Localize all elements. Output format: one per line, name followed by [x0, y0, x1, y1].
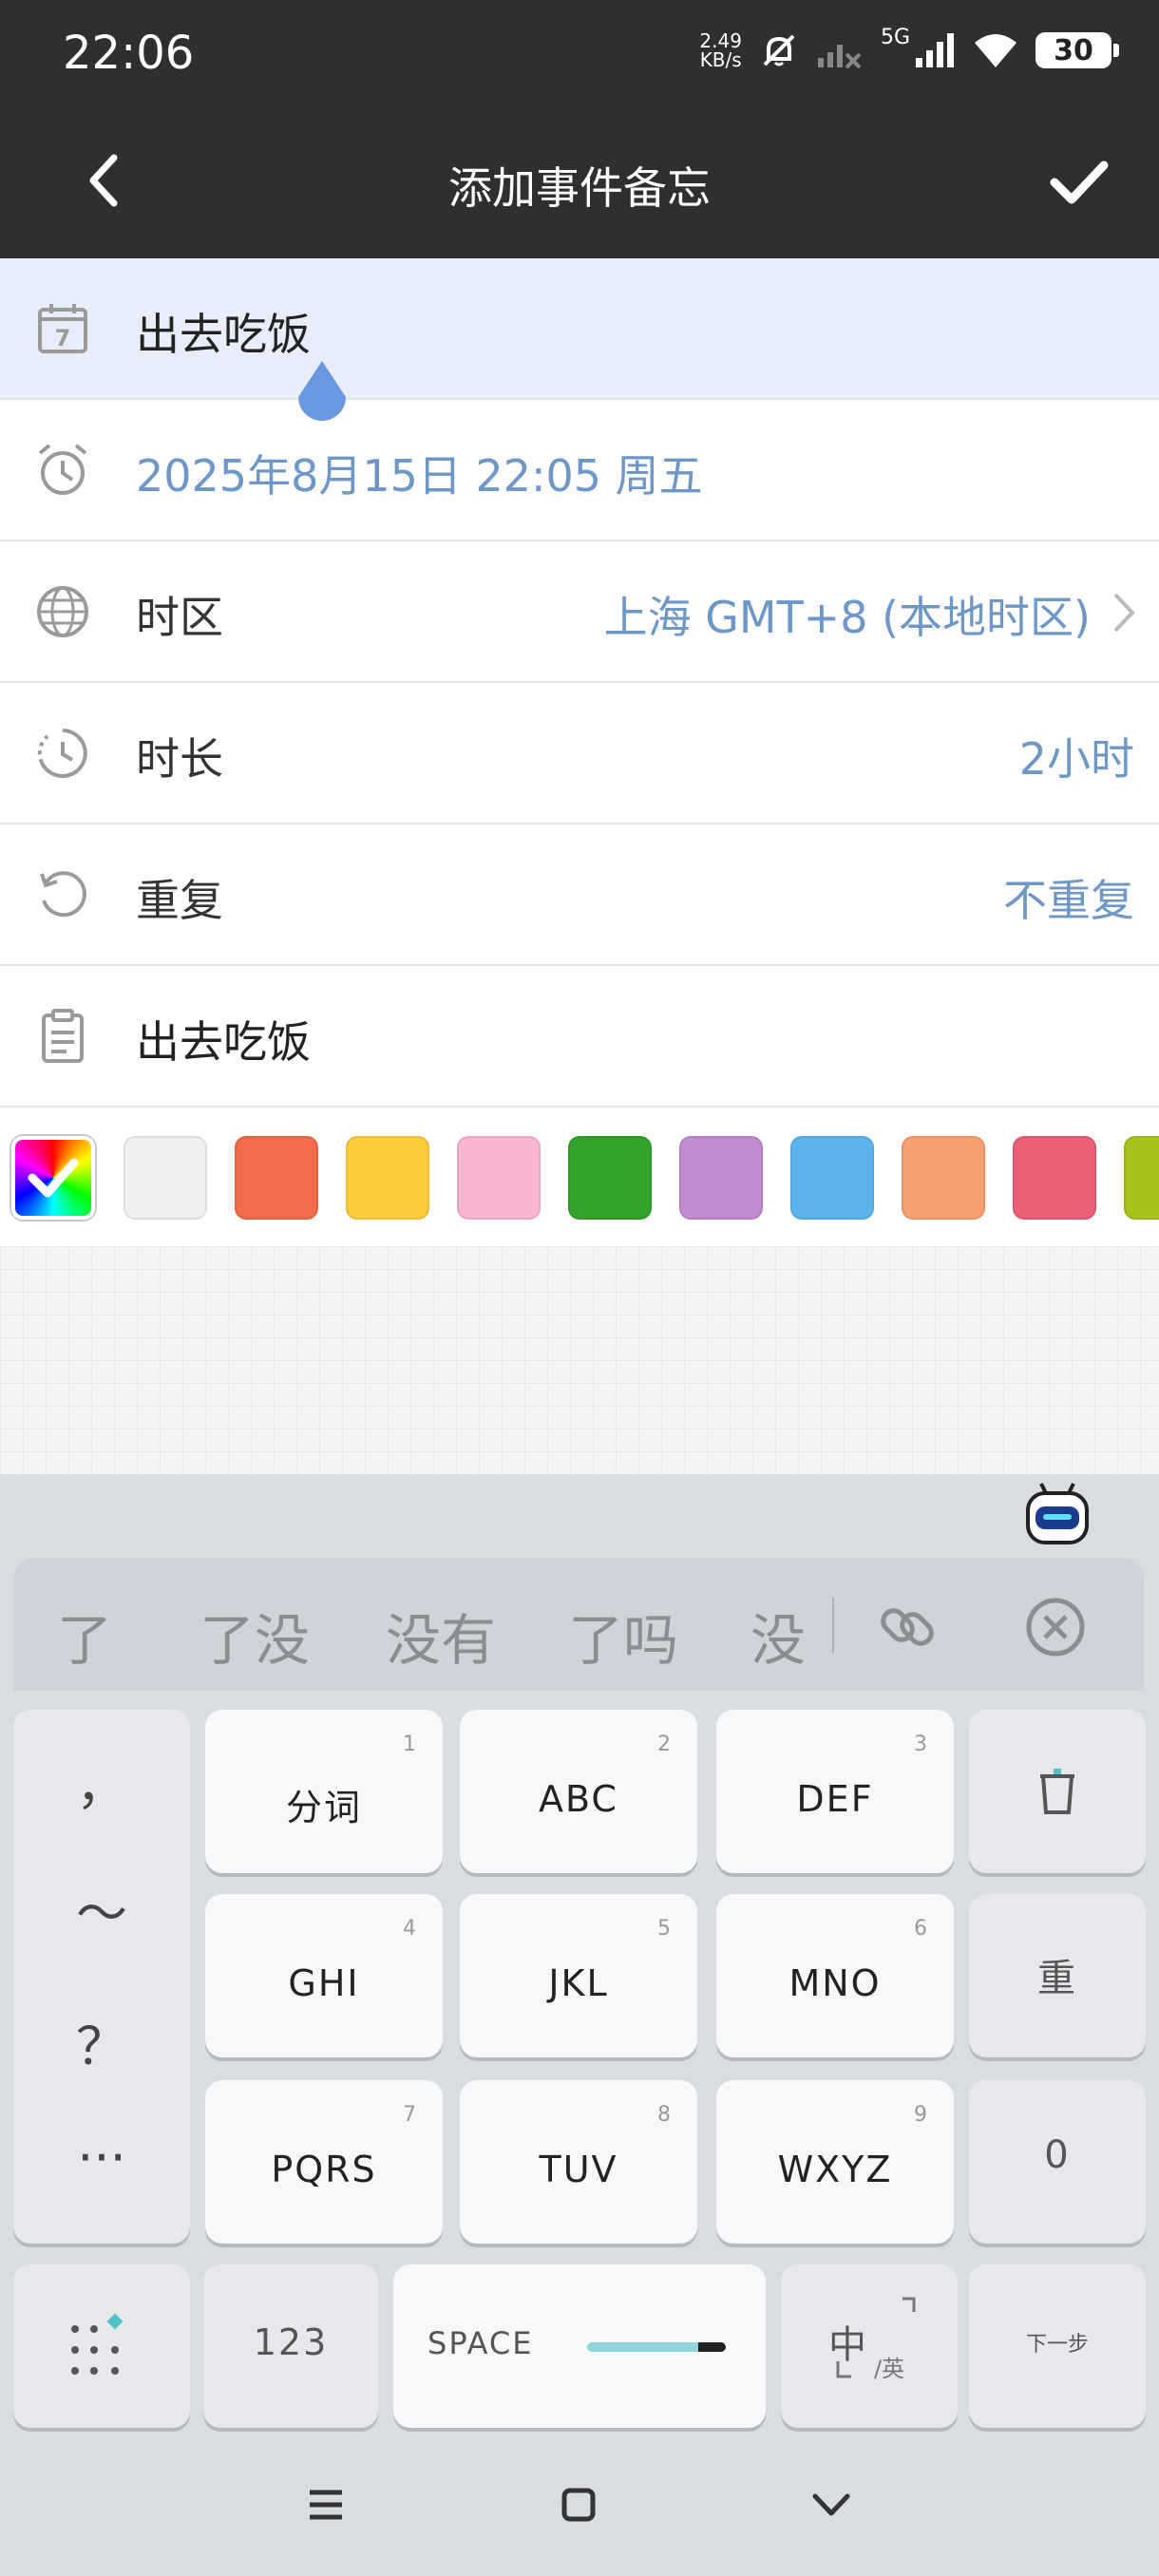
next-step-key[interactable]: 下一步	[969, 2264, 1146, 2428]
alarm-clock-icon	[38, 444, 87, 495]
candidate-divider	[832, 1598, 834, 1653]
chevron-down-icon[interactable]	[808, 2481, 855, 2529]
color-swatch[interactable]	[902, 1136, 985, 1220]
repeat-row[interactable]: 重复 不重复	[0, 824, 1159, 966]
timezone-label: 时区	[136, 592, 223, 643]
note-row[interactable]: 出去吃饭	[0, 966, 1159, 1108]
repeat-value[interactable]: 不重复	[1003, 866, 1134, 929]
color-swatch[interactable]	[235, 1136, 318, 1220]
timezone-row[interactable]: 时区 上海 GMT+8 (本地时区)	[0, 541, 1159, 683]
signal-icon	[916, 33, 954, 67]
repeat-label: 重复	[136, 875, 223, 926]
color-swatch[interactable]	[457, 1136, 541, 1220]
status-time: 22:06	[63, 27, 195, 80]
globe-icon	[37, 586, 88, 637]
home-icon[interactable]	[555, 2481, 602, 2529]
duration-label: 时长	[136, 733, 223, 785]
punctuation-ellipsis[interactable]: ···	[13, 2128, 190, 2188]
wifi-icon	[975, 34, 1016, 67]
color-swatch[interactable]	[568, 1136, 652, 1220]
color-swatch[interactable]	[790, 1136, 874, 1220]
event-title-row[interactable]: 7 出去吃饭	[0, 258, 1159, 400]
corner-bracket-icon	[836, 2297, 916, 2378]
color-swatch-rainbow[interactable]	[11, 1136, 95, 1220]
note-input[interactable]: 出去吃饭	[136, 1008, 311, 1070]
assistant-robot-icon[interactable]	[1022, 1480, 1092, 1546]
battery-indicator: 30	[1036, 32, 1119, 68]
notes-grid-area[interactable]	[0, 1246, 1159, 1474]
color-swatch[interactable]	[346, 1136, 429, 1220]
key-9[interactable]: 9 WXYZ	[716, 2080, 954, 2244]
candidate-bar: 了 了没 没有 了吗 没	[13, 1558, 1144, 1691]
dots-grid-icon	[71, 2313, 124, 2375]
numbers-key[interactable]: 123	[203, 2264, 378, 2428]
key-8[interactable]: 8 TUV	[460, 2080, 697, 2244]
keyboard-switch-key[interactable]	[13, 2264, 190, 2428]
punctuation-tilde[interactable]: ～	[13, 1871, 190, 1946]
candidate-item[interactable]: 没	[750, 1596, 806, 1676]
color-picker	[0, 1113, 1159, 1246]
link-icon[interactable]	[874, 1594, 940, 1660]
key-4[interactable]: 4 GHI	[205, 1894, 443, 2057]
space-slider-bar	[587, 2342, 726, 2352]
network-type: 5G	[880, 25, 910, 49]
repeat-icon	[40, 871, 86, 918]
reenter-key[interactable]: 重	[969, 1894, 1146, 2057]
zero-key[interactable]: 0	[969, 2080, 1146, 2244]
duration-value[interactable]: 2小时	[1019, 725, 1134, 787]
datetime-value[interactable]: 2025年8月15日 22:05 周五	[136, 442, 703, 504]
color-swatch[interactable]	[124, 1136, 207, 1220]
close-candidates-icon[interactable]	[1022, 1594, 1089, 1660]
duration-row[interactable]: 时长 2小时	[0, 683, 1159, 824]
color-swatch[interactable]	[1013, 1136, 1096, 1220]
color-swatch[interactable]	[1124, 1136, 1159, 1220]
delete-key[interactable]	[969, 1710, 1146, 1873]
punctuation-question[interactable]: ？	[13, 2004, 190, 2079]
backspace-icon	[1040, 1769, 1074, 1814]
color-swatch[interactable]	[679, 1136, 763, 1220]
network-speed: 2.49 KB/s	[699, 29, 742, 71]
mute-bell-icon	[763, 34, 795, 66]
signal-weak-icon	[817, 45, 862, 69]
language-switch-key[interactable]: 中 /英	[781, 2264, 958, 2428]
checkmark-icon[interactable]	[1049, 154, 1110, 211]
timezone-value[interactable]: 上海 GMT+8 (本地时区)	[604, 583, 1091, 646]
punctuation-comma[interactable]: ，	[13, 1744, 190, 1819]
datetime-row[interactable]: 2025年8月15日 22:05 周五	[0, 400, 1159, 541]
space-key[interactable]: SPACE	[393, 2264, 766, 2428]
key-2[interactable]: 2 ABC	[460, 1710, 697, 1873]
duration-icon	[37, 729, 87, 778]
key-1[interactable]: 1 分词	[205, 1710, 443, 1873]
calendar-icon: 7	[38, 304, 87, 353]
navigation-bar	[0, 2432, 1159, 2576]
title-bar: 添加事件备忘	[0, 104, 1159, 258]
candidate-item[interactable]: 了	[57, 1596, 112, 1676]
clipboard-icon	[42, 1009, 84, 1063]
candidate-item[interactable]: 没有	[386, 1596, 496, 1676]
chevron-right-icon	[1113, 593, 1135, 633]
candidate-item[interactable]: 了没	[200, 1596, 310, 1676]
event-title-input[interactable]: 出去吃饭	[136, 300, 311, 363]
punctuation-panel: ， ～ ？ ···	[13, 1710, 190, 2244]
key-7[interactable]: 7 PQRS	[205, 2080, 443, 2244]
selected-checkmark-icon	[28, 1158, 79, 1198]
key-6[interactable]: 6 MNO	[716, 1894, 954, 2057]
candidate-item[interactable]: 了吗	[568, 1596, 678, 1676]
page-title: 添加事件备忘	[448, 162, 711, 214]
key-5[interactable]: 5 JKL	[460, 1894, 697, 2057]
menu-icon[interactable]	[302, 2481, 350, 2529]
key-3[interactable]: 3 DEF	[716, 1710, 954, 1873]
svg-text:7: 7	[55, 325, 71, 351]
status-bar: 22:06 2.49 KB/s 5G 30	[0, 0, 1159, 104]
status-icons: 2.49 KB/s 5G 30	[699, 26, 1119, 71]
